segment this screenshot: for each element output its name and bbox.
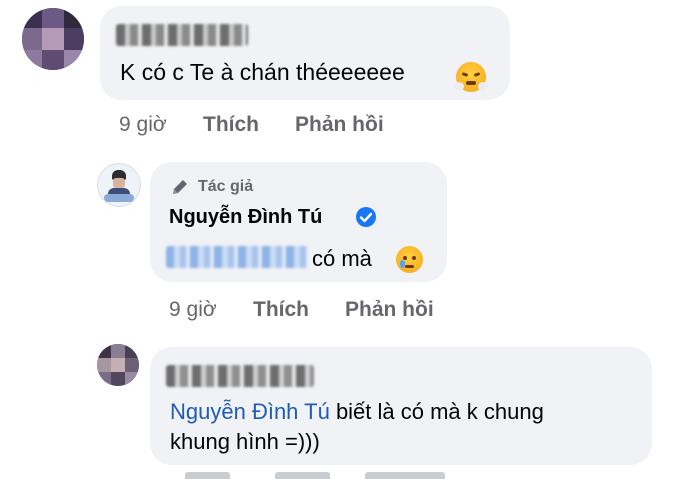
commenter-avatar[interactable] xyxy=(97,344,139,386)
author-name[interactable]: Nguyễn Đình Tú xyxy=(169,206,322,229)
author-comment-text: có mà xyxy=(312,246,372,271)
reply-link[interactable]: Phản hồi xyxy=(295,113,384,137)
verified-badge-icon xyxy=(356,207,376,227)
blurred-mention xyxy=(166,246,308,268)
steam-from-nose-emoji xyxy=(454,62,488,92)
cropped-actions xyxy=(160,470,450,479)
pencil-icon xyxy=(173,180,187,194)
comment-time[interactable]: 9 giờ xyxy=(119,113,167,136)
author-badge: Tác giả xyxy=(198,178,254,195)
crying-face-emoji xyxy=(396,246,423,273)
comment-text-line1: biết là có mà k chung xyxy=(335,399,544,424)
mention-link[interactable]: Nguyễn Đình Tú xyxy=(170,399,330,424)
comment-bubble: Nguyễn Đình Tú biết là có mà k chung khu… xyxy=(150,347,652,465)
commenter-avatar[interactable] xyxy=(22,8,84,70)
comment-text: K có c Te à chán théeeeeee xyxy=(120,59,405,85)
author-comment-bubble: Tác giả Nguyễn Đình Tú có mà xyxy=(150,162,447,282)
author-avatar[interactable] xyxy=(97,163,141,207)
comment-text-line2: khung hình =))) xyxy=(170,429,320,454)
blurred-commenter-name xyxy=(166,365,314,387)
comment-bubble: K có c Te à chán théeeeeee xyxy=(100,6,510,100)
comment-actions: 9 giờ xyxy=(119,113,167,137)
comment-text: Nguyễn Đình Tú biết là có mà k chung khu… xyxy=(170,397,544,457)
like-link[interactable]: Thích xyxy=(203,113,259,137)
reply-link[interactable]: Phản hồi xyxy=(345,298,434,322)
comment-time[interactable]: 9 giờ xyxy=(169,298,217,322)
blurred-commenter-name xyxy=(116,24,248,46)
like-link[interactable]: Thích xyxy=(253,298,309,322)
